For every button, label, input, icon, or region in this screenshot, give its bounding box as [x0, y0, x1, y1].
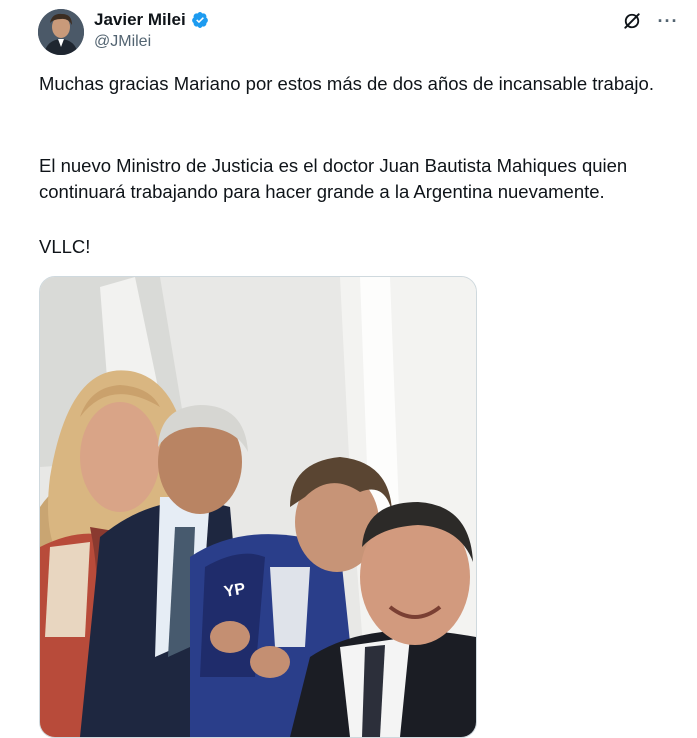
avatar[interactable] — [38, 9, 84, 55]
avatar-image — [38, 9, 84, 55]
tweet-photo[interactable]: YP — [39, 276, 477, 738]
author-name-row: Javier Milei — [94, 10, 209, 30]
verified-badge-icon — [191, 11, 209, 29]
selfie-photo-image: YP — [40, 277, 476, 737]
tweet-text-paragraph-2: El nuevo Ministro de Justicia es el doct… — [39, 155, 628, 202]
tweet-text-paragraph-3: VLLC! — [39, 236, 91, 257]
grok-icon[interactable] — [621, 10, 643, 32]
tweet-top-actions: ··· — [621, 10, 679, 32]
author-display-name[interactable]: Javier Milei — [94, 10, 186, 30]
tweet-text-paragraph-1: Muchas gracias Mariano por estos más de … — [39, 73, 654, 94]
author-handle[interactable]: @JMilei — [94, 33, 151, 51]
tweet: Javier Milei @JMilei ··· Muchas gracias … — [0, 0, 697, 738]
more-options-icon[interactable]: ··· — [657, 10, 679, 32]
